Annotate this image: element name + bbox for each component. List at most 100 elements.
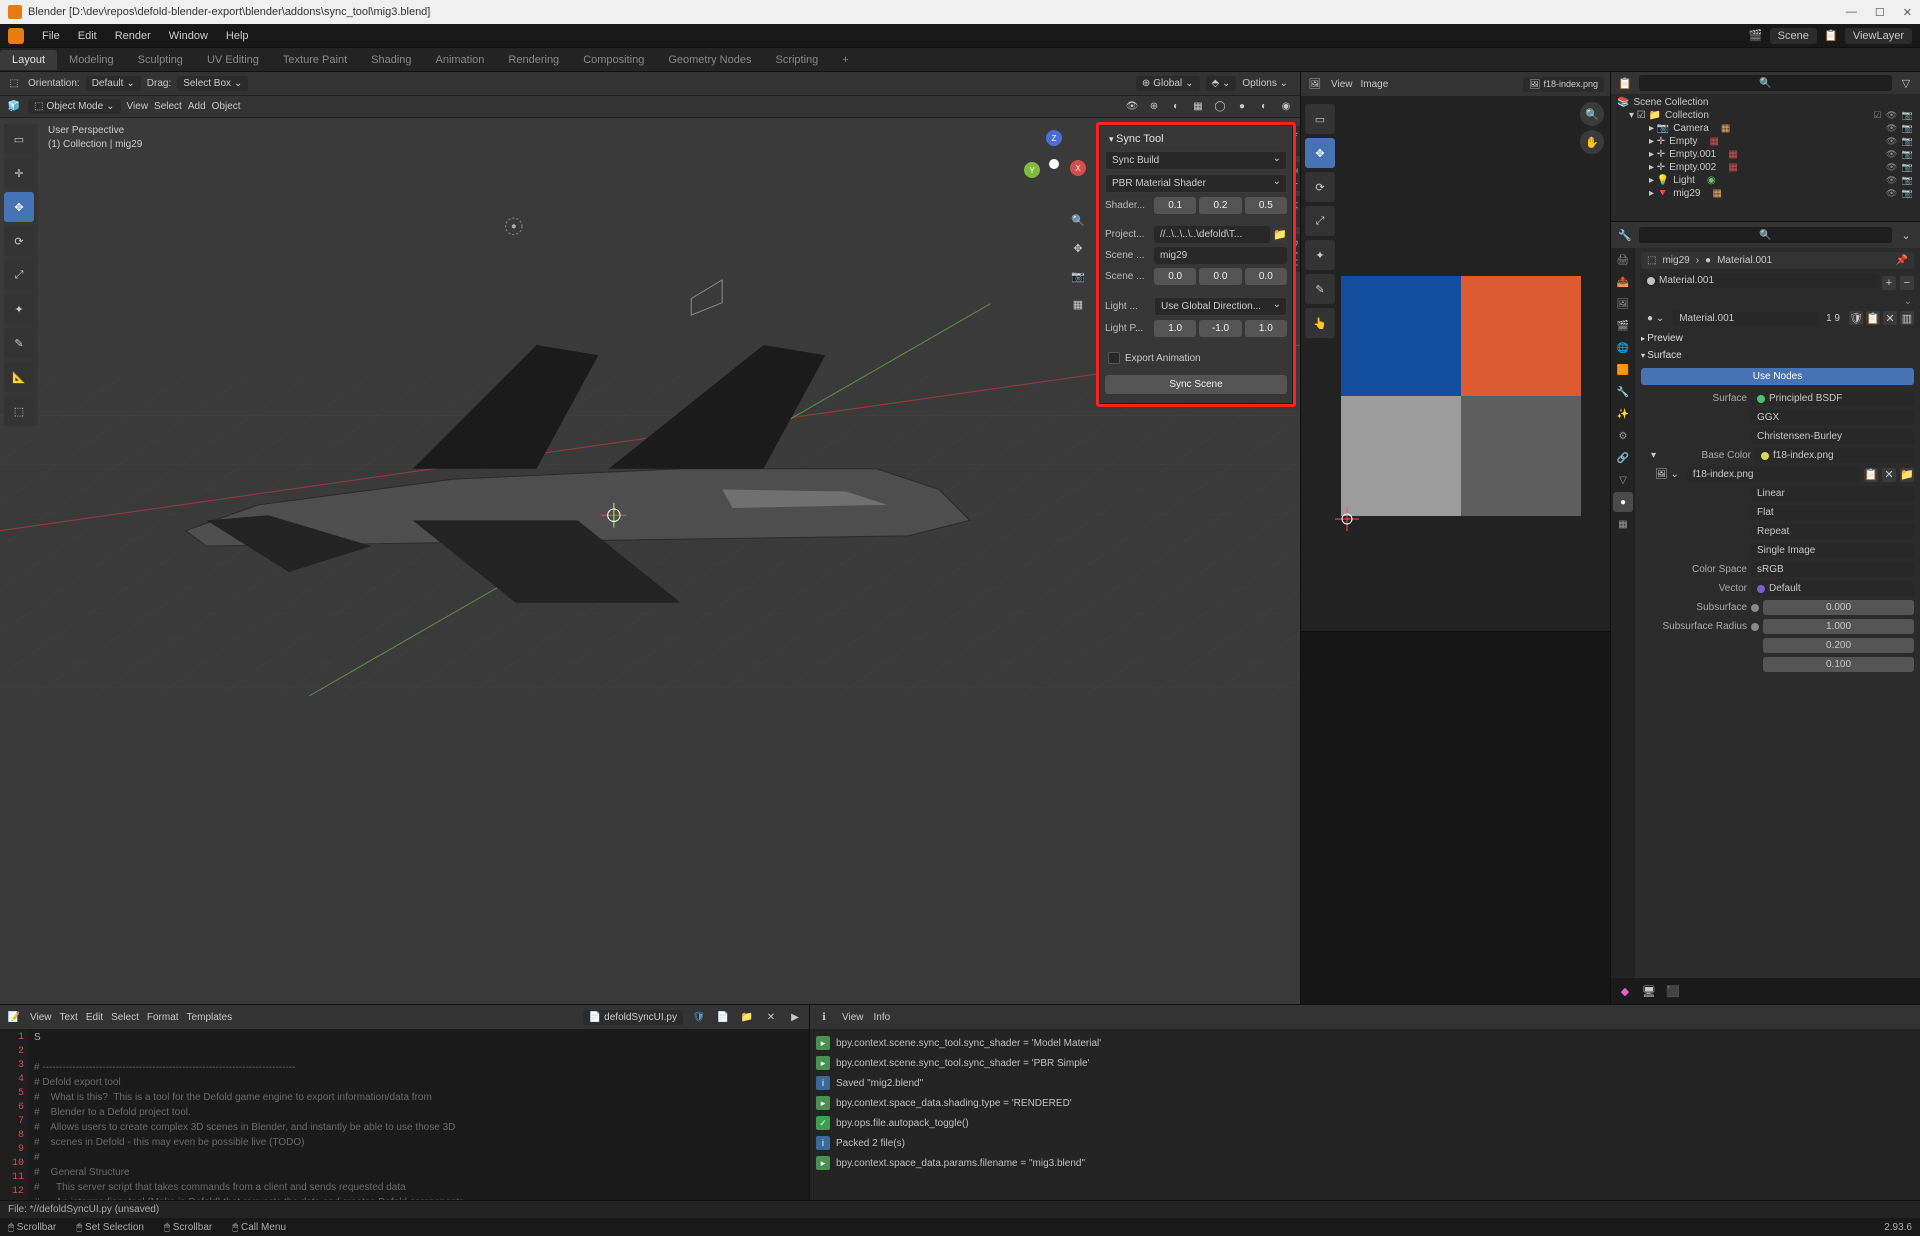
material-duplicate[interactable]: 📋 [1866, 311, 1880, 325]
ptab-particle[interactable]: ✨ [1613, 404, 1633, 424]
light-mode-dropdown[interactable]: Use Global Direction... [1154, 297, 1287, 316]
log-line[interactable]: ▸bpy.context.space_data.params.filename … [814, 1153, 1916, 1173]
editor-type-icon[interactable]: ⬚ [6, 76, 22, 92]
tab-uv-editing[interactable]: UV Editing [195, 50, 271, 70]
menu-help[interactable]: Help [218, 27, 257, 45]
sync-panel-title[interactable]: Sync Tool [1105, 131, 1287, 151]
vp-menu-select[interactable]: Select [154, 101, 182, 112]
outliner-light[interactable]: ▸ 💡 Light◉👁 📷 [1615, 174, 1916, 187]
tex-users[interactable]: 📋 [1864, 468, 1878, 482]
material-unlink[interactable]: ✕ [1883, 311, 1897, 325]
log-line[interactable]: ▸bpy.context.scene.sync_tool.sync_shader… [814, 1053, 1916, 1073]
tab-layout[interactable]: Layout [0, 50, 57, 70]
run-script-icon[interactable]: ▶ [787, 1009, 803, 1025]
props-search[interactable]: 🔍 [1639, 227, 1892, 243]
img-tool-transform[interactable]: ✦ [1305, 240, 1335, 270]
ptab-modifier[interactable]: 🔧 [1613, 382, 1633, 402]
material-slot-nav[interactable]: ⌄ [1641, 296, 1914, 311]
menu-window[interactable]: Window [161, 27, 216, 45]
shader-val-1[interactable]: 0.2 [1199, 197, 1241, 214]
tab-animation[interactable]: Animation [424, 50, 497, 70]
tool-cursor[interactable]: ✛ [4, 158, 34, 188]
interpolation-dropdown[interactable]: Linear [1751, 486, 1914, 501]
img-tool-smudge[interactable]: 👆 [1305, 308, 1335, 338]
image-browse[interactable]: 🖼 ⌄ [1651, 468, 1683, 481]
ptab-scene[interactable]: 🎬 [1613, 316, 1633, 336]
select-visibility-icon[interactable]: 👁 [1124, 99, 1140, 115]
outliner-root[interactable]: 📚 Scene Collection [1615, 96, 1916, 109]
shading-rendered-icon[interactable]: ◉ [1278, 99, 1294, 115]
material-browse[interactable]: ● ⌄ [1641, 311, 1670, 326]
color-space-dropdown[interactable]: sRGB [1751, 562, 1914, 577]
shading-matprev-icon[interactable]: ◐ [1256, 99, 1272, 115]
texture-image-field[interactable]: f18-index.png [1687, 467, 1860, 482]
outliner-mig29[interactable]: ▸ 🔻 mig29▦👁 📷 [1615, 187, 1916, 200]
te-menu-view[interactable]: View [30, 1012, 52, 1023]
img-tool-scale[interactable]: ⤢ [1305, 206, 1335, 236]
material-users[interactable]: 1 9 [1820, 311, 1846, 326]
transform-space[interactable]: ⊕ Global ⌄ [1136, 76, 1200, 91]
shader-val-0[interactable]: 0.1 [1154, 197, 1196, 214]
ssr-value-0[interactable]: 1.000 [1763, 619, 1914, 634]
tool-move[interactable]: ✥ [4, 192, 34, 222]
ptab-mesh[interactable]: ▽ [1613, 470, 1633, 490]
shading-wire-icon[interactable]: ◯ [1212, 99, 1228, 115]
log-line[interactable]: iSaved "mig2.blend" [814, 1073, 1916, 1093]
ptab-material[interactable]: ● [1613, 492, 1633, 512]
menu-file[interactable]: File [34, 27, 68, 45]
subsurface-value[interactable]: 0.000 [1763, 600, 1914, 615]
text-unlink-icon[interactable]: ✕ [763, 1009, 779, 1025]
text-new-icon[interactable]: 📄 [715, 1009, 731, 1025]
menu-edit[interactable]: Edit [70, 27, 105, 45]
info-menu-info[interactable]: Info [874, 1012, 891, 1023]
snap-toggle[interactable]: ⬘ ⌄ [1206, 76, 1237, 91]
tab-sculpting[interactable]: Sculpting [126, 50, 195, 70]
outliner-search[interactable]: 🔍 [1639, 75, 1892, 91]
tool-scale[interactable]: ⤢ [4, 260, 34, 290]
tab-texture-paint[interactable]: Texture Paint [271, 50, 359, 70]
window-close-icon[interactable]: ✕ [1903, 6, 1912, 19]
pin-icon[interactable]: 📌 [1896, 255, 1908, 266]
tool-select-box[interactable]: ▭ [4, 124, 34, 154]
ptab-constraint[interactable]: 🔗 [1613, 448, 1633, 468]
tool-rotate[interactable]: ⟳ [4, 226, 34, 256]
te-menu-templates[interactable]: Templates [187, 1012, 233, 1023]
gizmo-toggle-icon[interactable]: ⊕ [1146, 99, 1162, 115]
use-nodes-button[interactable]: Use Nodes [1641, 368, 1914, 385]
projection-dropdown[interactable]: Flat [1751, 505, 1914, 520]
tex-open[interactable]: 📁 [1900, 468, 1914, 482]
ptab-world[interactable]: 🌐 [1613, 338, 1633, 358]
sss-method-dropdown[interactable]: Christensen-Burley [1751, 429, 1914, 444]
text-editor-body[interactable]: 12345678910111213 S # ------------------… [0, 1029, 809, 1200]
te-menu-text[interactable]: Text [60, 1012, 78, 1023]
mode-dropdown[interactable]: ⬚ Object Mode ⌄ [28, 99, 121, 114]
footer-icon-2[interactable]: 🖥 [1641, 983, 1657, 999]
tab-add[interactable]: + [830, 50, 860, 70]
nav-gizmo[interactable]: Z X Y [1018, 128, 1090, 200]
outliner-empty[interactable]: ▸ ✛ Empty▦👁 📷 [1615, 135, 1916, 148]
expand-toggle-icon[interactable]: ▾ [1651, 450, 1659, 461]
persp-toggle-icon[interactable]: ▦ [1066, 292, 1090, 316]
img-tool-annotate[interactable]: ✎ [1305, 274, 1335, 304]
code-content[interactable]: S # ------------------------------------… [28, 1029, 809, 1200]
img-tool-move[interactable]: ✥ [1305, 138, 1335, 168]
img-tool-rotate[interactable]: ⟳ [1305, 172, 1335, 202]
drag-tool-dropdown[interactable]: Select Box ⌄ [177, 76, 248, 91]
props-editor-type-icon[interactable]: 🔧 [1617, 227, 1633, 243]
scene-val-1[interactable]: 0.0 [1199, 268, 1241, 285]
header-options[interactable]: Options ⌄ [1242, 78, 1294, 89]
collection-toggles[interactable]: ☑ 👁 📷 [1873, 110, 1914, 121]
img-tool-sample[interactable]: ▭ [1305, 104, 1335, 134]
text-editor-type-icon[interactable]: 📝 [6, 1009, 22, 1025]
log-line[interactable]: ▸bpy.context.scene.sync_tool.sync_shader… [814, 1033, 1916, 1053]
pan-icon[interactable]: ✥ [1066, 236, 1090, 260]
surface-shader-dropdown[interactable]: Principled BSDF [1751, 391, 1914, 406]
zoom-icon[interactable]: 🔍 [1066, 208, 1090, 232]
distribution-dropdown[interactable]: GGX [1751, 410, 1914, 425]
ptab-output[interactable]: 📤 [1613, 272, 1633, 292]
ptab-physics[interactable]: ⚙ [1613, 426, 1633, 446]
shader-val-2[interactable]: 0.5 [1245, 197, 1287, 214]
log-line[interactable]: iPacked 2 file(s) [814, 1133, 1916, 1153]
export-animation-checkbox[interactable]: Export Animation [1105, 349, 1287, 367]
vp-menu-object[interactable]: Object [212, 101, 241, 112]
